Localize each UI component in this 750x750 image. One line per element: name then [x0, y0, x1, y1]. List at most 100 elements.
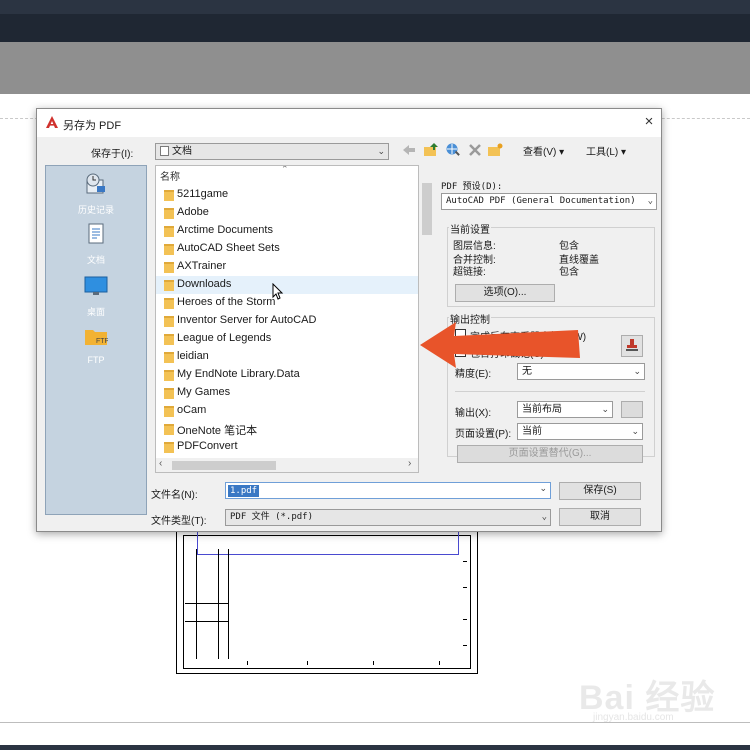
folder-name: AXTrainer	[177, 260, 227, 272]
folder-name: PDFConvert	[177, 440, 238, 452]
folder-name: Arctime Documents	[177, 224, 273, 236]
folder-name: Downloads	[177, 278, 232, 290]
list-item[interactable]: OneNote 笔记本	[156, 420, 418, 438]
viewport-outline	[197, 529, 459, 555]
list-item-hovered[interactable]: Downloads	[156, 276, 418, 294]
view-menu-label: 查看(V)	[523, 147, 557, 158]
output-label: 输出(X):	[455, 408, 492, 419]
scroll-left-icon[interactable]: ‹	[159, 458, 162, 469]
list-item[interactable]: AutoCAD Sheet Sets	[156, 240, 418, 258]
folder-name: League of Legends	[177, 332, 272, 344]
frame-tick	[463, 561, 467, 562]
options-button[interactable]: 选项(O)...	[455, 284, 555, 302]
save-in-value: 文档	[172, 146, 192, 157]
app-ribbon-strip	[0, 14, 750, 42]
folder-icon	[164, 280, 174, 291]
up-folder-icon[interactable]	[423, 142, 439, 158]
page-setup-value: 当前	[522, 426, 542, 437]
filetype-dropdown[interactable]: PDF 文件 (*.pdf) ⌄	[225, 509, 551, 526]
documents-icon	[88, 223, 104, 244]
horizontal-scrollbar[interactable]: ‹ ›	[156, 458, 418, 472]
caret-down-icon: ▾	[559, 147, 565, 158]
output-options-button[interactable]	[621, 401, 643, 418]
hyperlink-label: 超链接:	[453, 267, 486, 278]
delete-icon[interactable]	[467, 142, 483, 158]
folder-icon	[164, 226, 174, 237]
pdf-preset-dropdown[interactable]: AutoCAD PDF (General Documentation) ⌄	[441, 193, 657, 210]
list-item[interactable]: leidian	[156, 348, 418, 366]
folder-name: Inventor Server for AutoCAD	[177, 314, 317, 326]
list-item[interactable]: Inventor Server for AutoCAD	[156, 312, 418, 330]
folder-icon	[164, 352, 174, 363]
folder-icon	[164, 334, 174, 345]
new-folder-icon[interactable]	[487, 142, 503, 158]
watermark-url: jingyan.baidu.com	[593, 712, 674, 723]
filename-label: 文件名(N):	[151, 490, 198, 501]
folder-icon	[164, 406, 174, 417]
list-item[interactable]: Arctime Documents	[156, 222, 418, 240]
list-item[interactable]: Heroes of the Storm	[156, 294, 418, 312]
view-menu-button[interactable]: 查看(V) ▾	[523, 143, 564, 158]
places-bar: 历史记录 文档 桌面 FTP FTP	[45, 165, 147, 515]
list-item[interactable]: oCam	[156, 402, 418, 420]
place-desktop[interactable]: 桌面	[46, 274, 146, 318]
frame-tick	[463, 619, 467, 620]
vertical-scrollbar[interactable]	[419, 165, 435, 459]
chevron-down-icon: ⌄	[377, 146, 385, 156]
chevron-down-icon: ⌄	[647, 196, 653, 206]
list-item[interactable]: My Games	[156, 384, 418, 402]
list-item[interactable]: Adobe	[156, 204, 418, 222]
list-item[interactable]: AXTrainer	[156, 258, 418, 276]
page-setup-dropdown[interactable]: 当前 ⌄	[517, 423, 643, 440]
output-dropdown[interactable]: 当前布局 ⌄	[517, 401, 613, 418]
title-block-column	[197, 549, 219, 659]
folder-name: leidian	[177, 350, 209, 362]
place-label: 历史记录	[77, 205, 114, 215]
chevron-down-icon: ⌄	[633, 366, 641, 376]
pdf-preset-value: AutoCAD PDF (General Documentation)	[446, 196, 636, 206]
place-history[interactable]: 历史记录	[46, 172, 146, 216]
stamp-settings-button[interactable]	[621, 335, 643, 357]
back-icon[interactable]	[401, 142, 417, 158]
dialog-title-bar: 另存为 PDF ×	[37, 109, 661, 137]
folder-icon	[164, 190, 174, 201]
current-settings-title: 当前设置	[449, 221, 491, 236]
scroll-right-icon[interactable]: ›	[408, 458, 411, 469]
close-button[interactable]: ×	[641, 113, 657, 131]
folder-icon	[164, 442, 174, 453]
list-item[interactable]: My EndNote Library.Data	[156, 366, 418, 384]
name-column-header[interactable]: 名称	[160, 168, 180, 183]
scrollbar-thumb[interactable]	[172, 461, 276, 470]
place-label: 文档	[86, 255, 105, 265]
save-button[interactable]: 保存(S)	[559, 482, 641, 500]
page-setup-override-button[interactable]: 页面设置替代(G)...	[457, 445, 643, 463]
layer-info-value: 包含	[559, 241, 579, 252]
folder-name: My Games	[177, 386, 231, 398]
search-web-icon[interactable]	[445, 142, 461, 158]
document-icon	[160, 146, 169, 156]
list-item[interactable]: 5211game	[156, 186, 418, 204]
cancel-button[interactable]: 取消	[559, 508, 641, 526]
divider	[455, 391, 645, 392]
list-item[interactable]: PDFConvert	[156, 438, 418, 456]
filename-value: 1.pdf	[228, 485, 260, 497]
status-bar	[0, 745, 750, 750]
hyperlink-value: 包含	[559, 267, 579, 278]
output-value: 当前布局	[522, 404, 562, 415]
folder-name: AutoCAD Sheet Sets	[177, 242, 280, 254]
folder-name: Heroes of the Storm	[177, 296, 276, 308]
file-list[interactable]: ⌃ 名称 5211game Adobe Arctime Documents Au…	[155, 165, 419, 473]
filename-input[interactable]: 1.pdf ⌄	[225, 482, 551, 499]
place-documents[interactable]: 文档	[46, 222, 146, 266]
history-icon	[86, 173, 105, 194]
folder-icon	[164, 370, 174, 381]
place-ftp[interactable]: FTP FTP	[46, 324, 146, 365]
folder-icon	[164, 244, 174, 255]
tools-menu-button[interactable]: 工具(L) ▾	[586, 143, 626, 158]
scrollbar-thumb[interactable]	[422, 183, 432, 235]
frame-tick	[463, 587, 467, 588]
save-in-dropdown[interactable]: 文档 ⌄	[155, 143, 389, 160]
frame-tick	[439, 661, 440, 665]
list-item[interactable]: League of Legends	[156, 330, 418, 348]
chevron-down-icon[interactable]: ⌄	[539, 483, 547, 494]
